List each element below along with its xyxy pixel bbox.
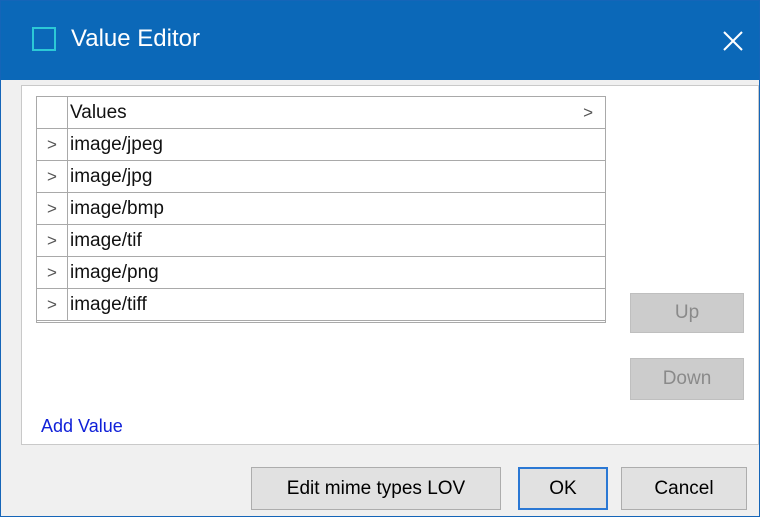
chevron-right-icon[interactable]: > [37,129,68,160]
cancel-button[interactable]: Cancel [621,467,747,510]
value-cell[interactable]: image/tiff [68,289,605,320]
values-grid: Values > > image/jpeg > image/jpg > imag… [36,96,606,323]
chevron-right-icon[interactable]: > [37,193,68,224]
down-button[interactable]: Down [630,358,744,400]
close-button[interactable] [707,1,759,80]
table-row[interactable]: > image/tiff [37,289,605,321]
window-title: Value Editor [71,25,200,52]
chevron-right-icon[interactable]: > [37,289,68,320]
chevron-right-icon[interactable]: > [37,257,68,288]
value-cell[interactable]: image/tif [68,225,605,256]
table-row[interactable]: > image/jpg [37,161,605,193]
value-cell[interactable]: image/png [68,257,605,288]
chevron-right-icon: > [583,102,593,122]
header-corner [37,97,68,128]
add-value-link[interactable]: Add Value [41,416,123,437]
value-cell[interactable]: image/jpeg [68,129,605,160]
chevron-right-icon[interactable]: > [37,225,68,256]
window-icon [32,27,56,51]
table-row[interactable]: > image/png [37,257,605,289]
edit-mime-types-button[interactable]: Edit mime types LOV [251,467,501,510]
column-header-label: Values [70,101,127,123]
close-icon [723,30,743,51]
table-row[interactable]: > image/jpeg [37,129,605,161]
column-header-values[interactable]: Values > [68,97,605,128]
table-row[interactable]: > image/bmp [37,193,605,225]
value-cell[interactable]: image/bmp [68,193,605,224]
title-bar: Value Editor [1,1,759,80]
ok-button[interactable]: OK [518,467,608,510]
value-cell[interactable]: image/jpg [68,161,605,192]
up-button[interactable]: Up [630,293,744,333]
chevron-right-icon[interactable]: > [37,161,68,192]
table-row[interactable]: > image/tif [37,225,605,257]
value-editor-dialog: Value Editor Values > > image/jpeg > ima… [0,0,760,517]
grid-header-row: Values > [37,97,605,129]
